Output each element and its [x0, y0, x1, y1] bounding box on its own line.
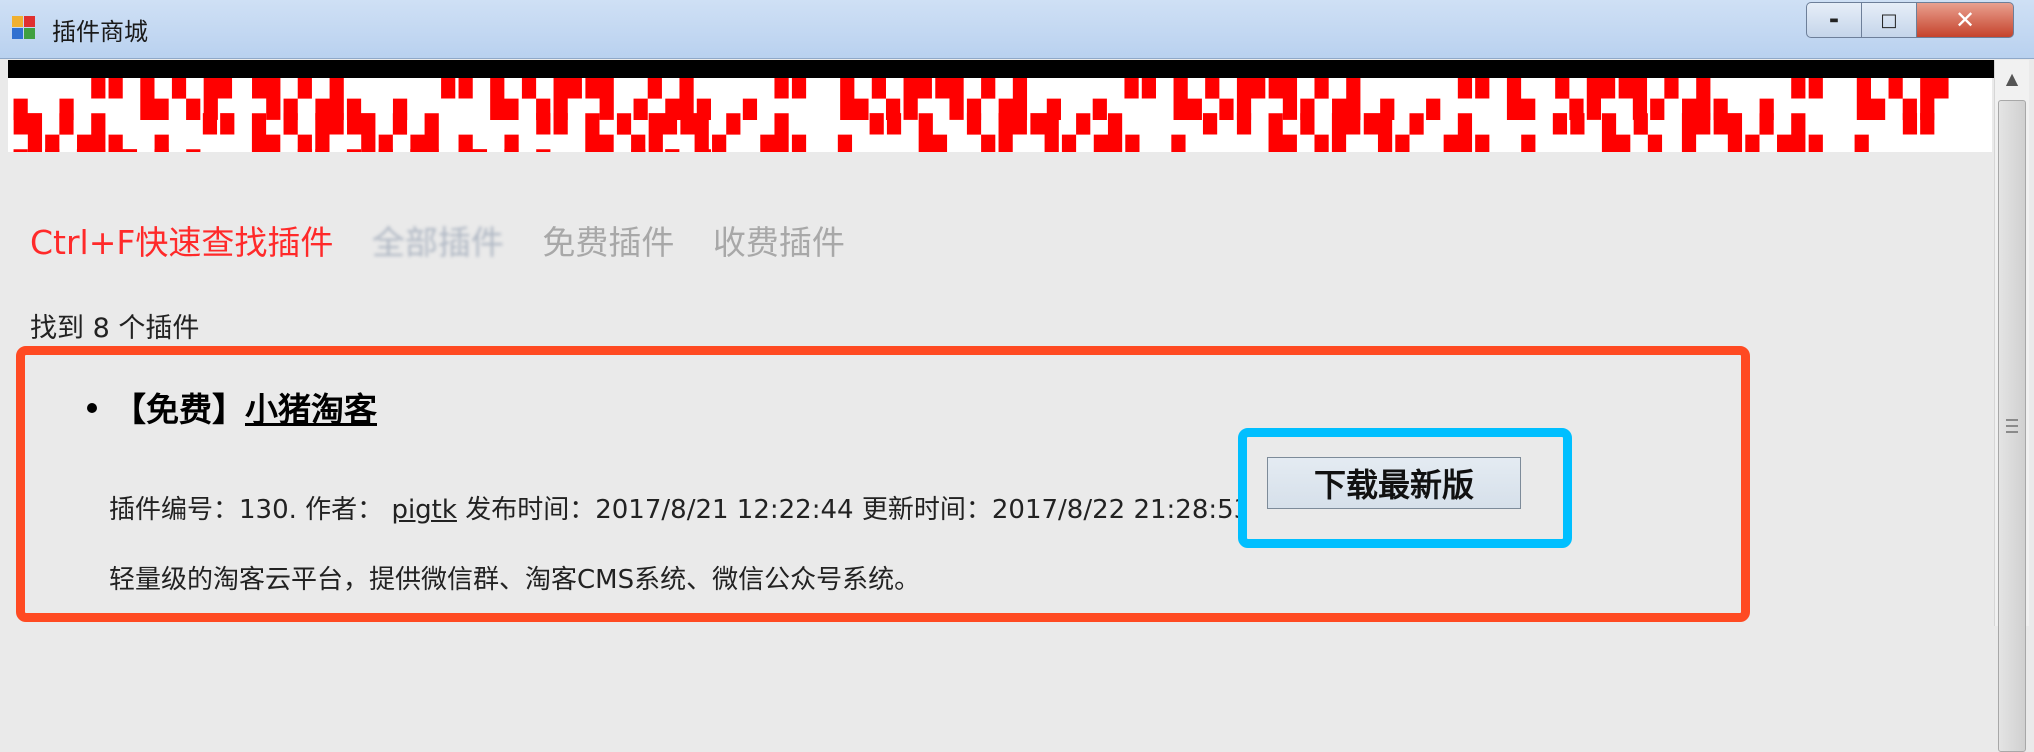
tab-paid-plugins[interactable]: 收费插件	[713, 223, 845, 262]
plugin-badge: 【免费】	[113, 390, 245, 429]
plugin-meta: 插件编号：130. 作者： pigtk 发布时间：2017/8/21 12:22…	[109, 489, 1250, 526]
author-label: 作者：	[305, 495, 384, 525]
plugin-description: 轻量级的淘客云平台，提供微信群、淘客CMS系统、微信公众号系统。	[109, 565, 921, 595]
tab-free-plugins[interactable]: 免费插件	[542, 223, 674, 262]
notice-banner: ▖▗▝▘▙▚▛ ▜▞▟▖▗ ▝▘▙▚▛▜ ▞▟▖▗▝▘ ▙▚▛▜▞▟ ▖▗▝▘▙…	[8, 78, 1992, 152]
result-count: 找到 8 个插件	[30, 313, 200, 344]
scroll-grip-icon	[2006, 419, 2018, 421]
id-label: 插件编号：	[109, 495, 240, 525]
updated-label: 更新时间：	[861, 495, 992, 525]
scroll-thumb[interactable]	[1998, 100, 2026, 752]
window-title: 插件商城	[52, 18, 148, 46]
tab-quick-search[interactable]: Ctrl+F快速查找插件	[30, 223, 333, 262]
filter-tabs: Ctrl+F快速查找插件 全部插件 免费插件 收费插件	[30, 216, 873, 262]
download-highlight: 下载最新版	[1238, 428, 1572, 548]
minimize-button[interactable]: ▬	[1806, 2, 1862, 38]
download-latest-button[interactable]: 下载最新版	[1267, 457, 1521, 509]
bullet-icon	[87, 403, 97, 413]
minimize-icon: ▬	[1829, 14, 1839, 26]
published-time: 2017/8/21 12:22:44	[595, 495, 854, 525]
scroll-up-arrow-icon[interactable]: ▲	[1999, 66, 2025, 92]
app-icon	[12, 16, 38, 42]
banner-text: ▖▗▝▘▙▚▛ ▜▞▟▖▗ ▝▘▙▚▛▜ ▞▟▖▗▝▘ ▙▚▛▜▞▟ ▖▗▝▘▙…	[14, 79, 1953, 153]
close-button[interactable]: ✕	[1917, 2, 2014, 38]
title-bar: 插件商城 ▬ □ ✕	[0, 0, 2034, 59]
close-icon: ✕	[1954, 6, 1976, 34]
window-controls: ▬ □ ✕	[1806, 2, 2014, 38]
tab-all-plugins[interactable]: 全部插件	[372, 223, 504, 262]
author-link[interactable]: pigtk	[391, 495, 456, 525]
vertical-scrollbar[interactable]: ▲	[1994, 60, 2029, 752]
updated-time: 2017/8/22 21:28:53	[991, 495, 1251, 525]
plugin-id: 130.	[239, 495, 297, 525]
plugin-title: 【免费】小猪淘客	[113, 383, 377, 431]
published-label: 发布时间：	[465, 495, 596, 525]
maximize-icon: □	[1880, 9, 1898, 31]
banner-top-bar	[8, 60, 1994, 78]
scroll-grip-icon	[2006, 425, 2018, 427]
maximize-button[interactable]: □	[1862, 2, 1917, 38]
plugin-name-link[interactable]: 小猪淘客	[245, 390, 377, 429]
scroll-grip-icon	[2006, 431, 2018, 433]
